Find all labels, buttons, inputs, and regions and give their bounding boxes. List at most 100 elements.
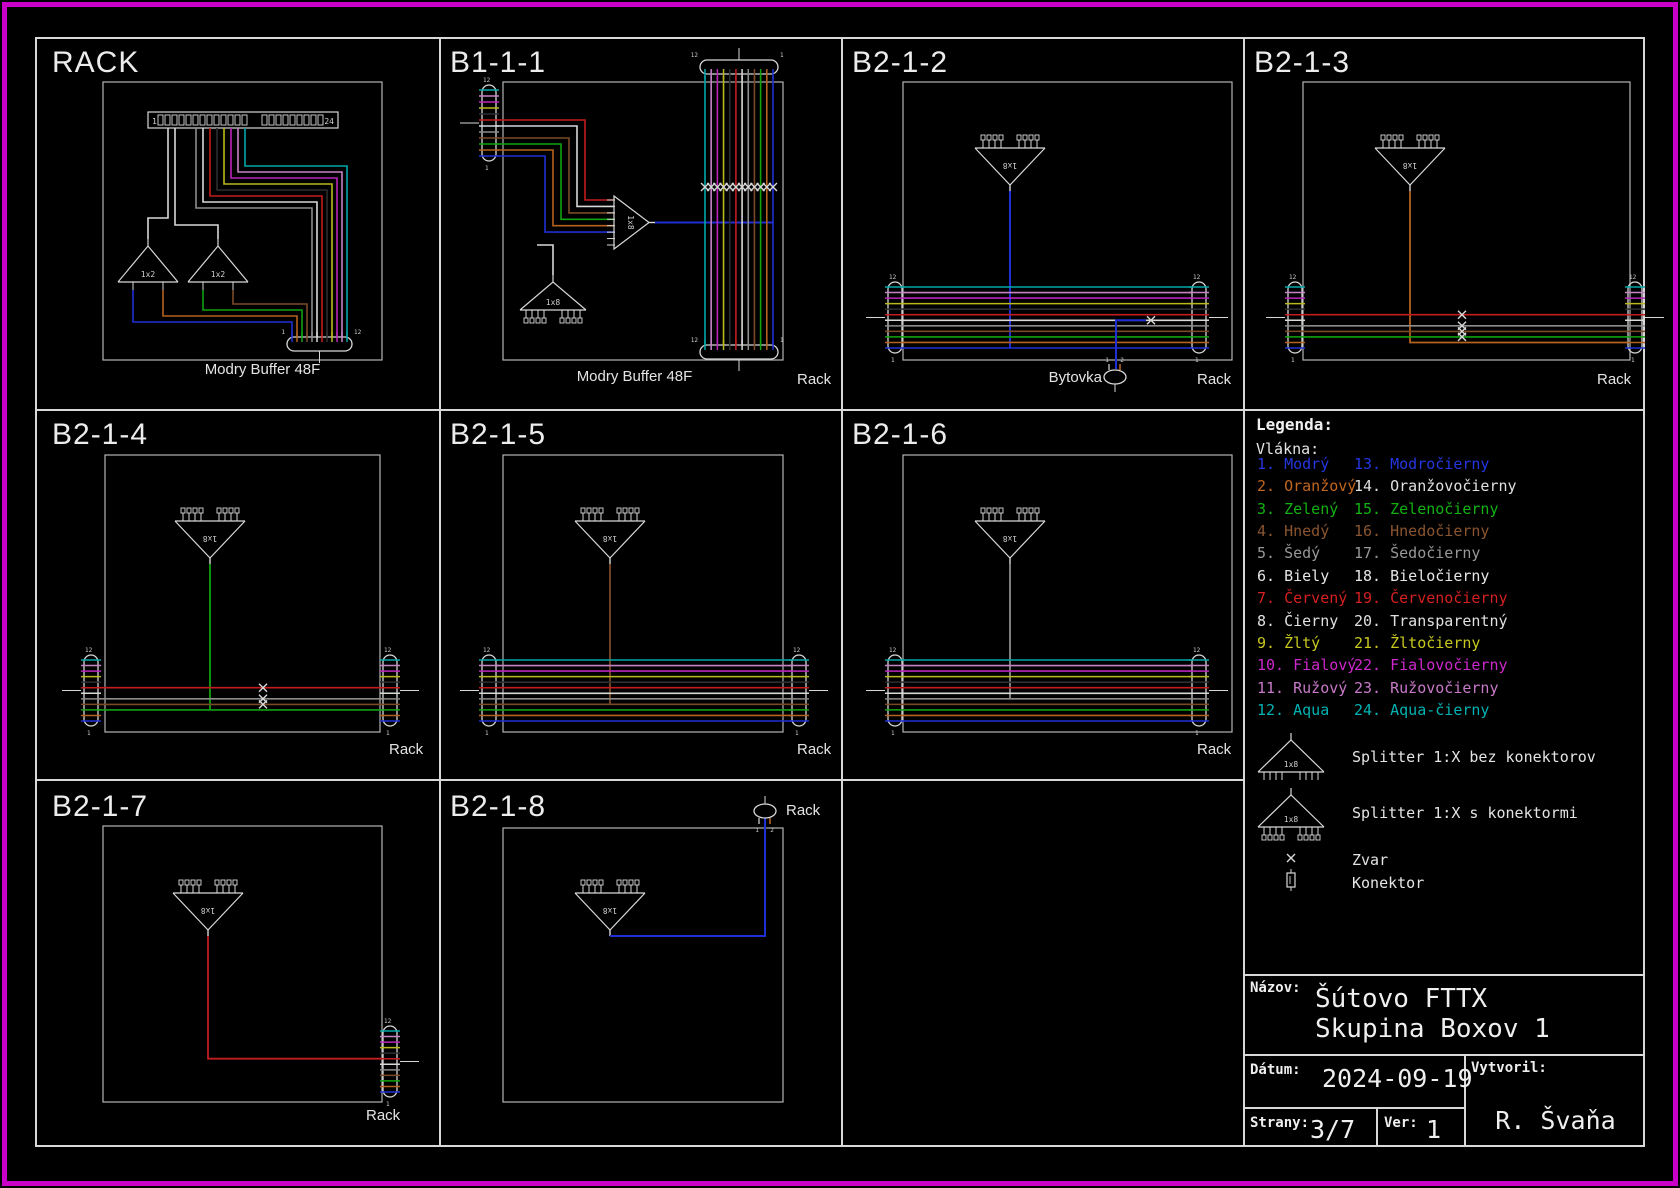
buffer-caption: Modry Buffer 48F	[567, 368, 702, 385]
svg-text:1x8: 1x8	[603, 534, 618, 543]
fiber-wire	[496, 156, 614, 232]
legend-item: 20. Transparentný	[1354, 612, 1508, 630]
svg-text:24: 24	[324, 117, 334, 126]
svg-text:1x8: 1x8	[1284, 815, 1299, 824]
svg-text:1: 1	[485, 165, 489, 172]
titleblock-ver-label: Ver:	[1384, 1115, 1418, 1131]
fiber-wire	[203, 290, 302, 337]
fiber-buffer-icon: 112	[281, 329, 361, 363]
svg-text:1: 1	[386, 730, 390, 737]
splitter-icon: 1x8	[173, 880, 243, 936]
svg-text:1: 1	[1195, 357, 1199, 364]
svg-text:1x8: 1x8	[603, 906, 618, 915]
legend-item: 24. Aqua-čierny	[1354, 701, 1489, 719]
fiber-wire	[233, 290, 307, 337]
svg-text:12: 12	[483, 647, 491, 654]
svg-text:1: 1	[1291, 357, 1295, 364]
fiber-wire	[148, 128, 168, 239]
konektor-icon	[1287, 869, 1295, 891]
svg-text:1x2: 1x2	[141, 270, 156, 279]
fiber-wire	[1410, 191, 1628, 343]
svg-text:1: 1	[281, 329, 285, 336]
legend-item: 4. Hnedý	[1257, 522, 1329, 540]
svg-text:12: 12	[1193, 647, 1201, 654]
splitter-icon: 1x8	[607, 196, 655, 249]
legend-heading: Legenda:	[1256, 415, 1333, 434]
panel-title-b213: B2-1-3	[1254, 46, 1350, 80]
rack-label: Rack	[1597, 371, 1631, 388]
fiber-wire	[496, 150, 614, 226]
fiber-connector-icon: 121	[1266, 274, 1305, 364]
panel-title-b217: B2-1-7	[52, 790, 148, 824]
svg-text:1: 1	[891, 730, 895, 737]
rack-label: Rack	[797, 371, 831, 388]
svg-text:1x8: 1x8	[1003, 534, 1018, 543]
fiber-wire	[203, 128, 317, 337]
legend-splitter-c-label: Splitter 1:X s konektormi	[1352, 804, 1578, 822]
svg-text:2: 2	[1120, 357, 1124, 364]
fiber-connector-icon: 121	[380, 647, 419, 737]
buffer-caption: Modry Buffer 48F	[195, 361, 330, 378]
panel-title-b216: B2-1-6	[852, 418, 948, 452]
splitter-icon: 1x8	[575, 508, 645, 564]
legend-item: 2. Oranžový	[1257, 477, 1356, 495]
splitter-icon: 1x8	[975, 135, 1045, 191]
fiber-connector-icon: 121	[866, 274, 905, 364]
splitter-icon: 1x8	[1258, 788, 1324, 840]
splitter-icon: 1x8	[575, 880, 645, 936]
titleblock-nazov-line1: Šútovo FTTX	[1315, 984, 1487, 1014]
svg-text:1: 1	[755, 827, 759, 834]
legend-item: 21. Žltočierny	[1354, 634, 1480, 652]
fiber-wire	[196, 128, 312, 337]
fiber-wire	[163, 290, 297, 337]
splitter-icon: 1x8	[1258, 733, 1324, 780]
panel-title-b111: B1-1-1	[450, 46, 546, 80]
enclosure-outline	[105, 455, 380, 732]
bytovka-label: Bytovka	[1008, 369, 1102, 386]
legend-fiber-list: 1. Modrý2. Oranžový3. Zelený4. Hnedý5. Š…	[1257, 455, 1637, 735]
svg-text:1: 1	[87, 730, 91, 737]
splitter-icon: 1x2	[118, 239, 178, 290]
fiber-connector-icon: 12 1	[1189, 274, 1228, 364]
legend-item: 17. Šedočierny	[1354, 544, 1480, 562]
svg-text:1: 1	[780, 52, 784, 59]
svg-text:12: 12	[1193, 274, 1201, 281]
legend-item: 19. Červenočierny	[1354, 589, 1508, 607]
enclosure-outline	[503, 828, 783, 1102]
rack-label: Rack	[366, 1107, 400, 1124]
svg-text:12: 12	[85, 647, 93, 654]
fiber-connector-icon: 12 1	[866, 647, 905, 737]
splitter-icon: 1x8	[520, 275, 586, 323]
enclosure-outline	[103, 826, 382, 1102]
legend-item: 18. Bieločierny	[1354, 567, 1489, 585]
rack-label: Rack	[797, 741, 831, 758]
zvar-icon	[1287, 854, 1295, 862]
panel-title-b214: B2-1-4	[52, 418, 148, 452]
splitter-icon: 1x2	[188, 239, 248, 290]
legend-item: 14. Oranžovočierny	[1354, 477, 1517, 495]
svg-text:1: 1	[152, 117, 157, 126]
enclosure-outline	[503, 455, 783, 732]
fiber-connector-icon: 121	[789, 647, 828, 737]
fiber-wire	[217, 128, 327, 337]
rack-label: Rack	[786, 802, 820, 819]
legend-item: 1. Modrý	[1257, 455, 1329, 473]
enclosure-outline	[903, 455, 1232, 732]
titleblock-strany-value: 3/7	[1310, 1115, 1355, 1144]
svg-text:12: 12	[889, 274, 897, 281]
fiber-wire	[133, 290, 292, 337]
svg-text:12: 12	[889, 647, 897, 654]
fiber-buffer-icon: 121	[691, 48, 784, 79]
legend-item: 6. Biely	[1257, 567, 1329, 585]
legend-splitter-nc-label: Splitter 1:X bez konektorov	[1352, 748, 1596, 766]
fiber-wire	[224, 128, 332, 337]
fiber-connector-icon: 121	[460, 647, 499, 737]
splitter-icon: 1x8	[1375, 135, 1445, 191]
fiber-wire	[208, 936, 383, 1059]
titleblock-nazov-line2: Skupina Boxov 1	[1315, 1014, 1550, 1044]
titleblock-vytvoril-label: Vytvoril:	[1471, 1060, 1547, 1076]
panel-title-b212: B2-1-2	[852, 46, 948, 80]
fiber-connector-icon: 121	[1189, 647, 1228, 737]
titleblock-datum-label: Dátum:	[1250, 1062, 1301, 1078]
svg-text:1: 1	[1631, 357, 1635, 364]
